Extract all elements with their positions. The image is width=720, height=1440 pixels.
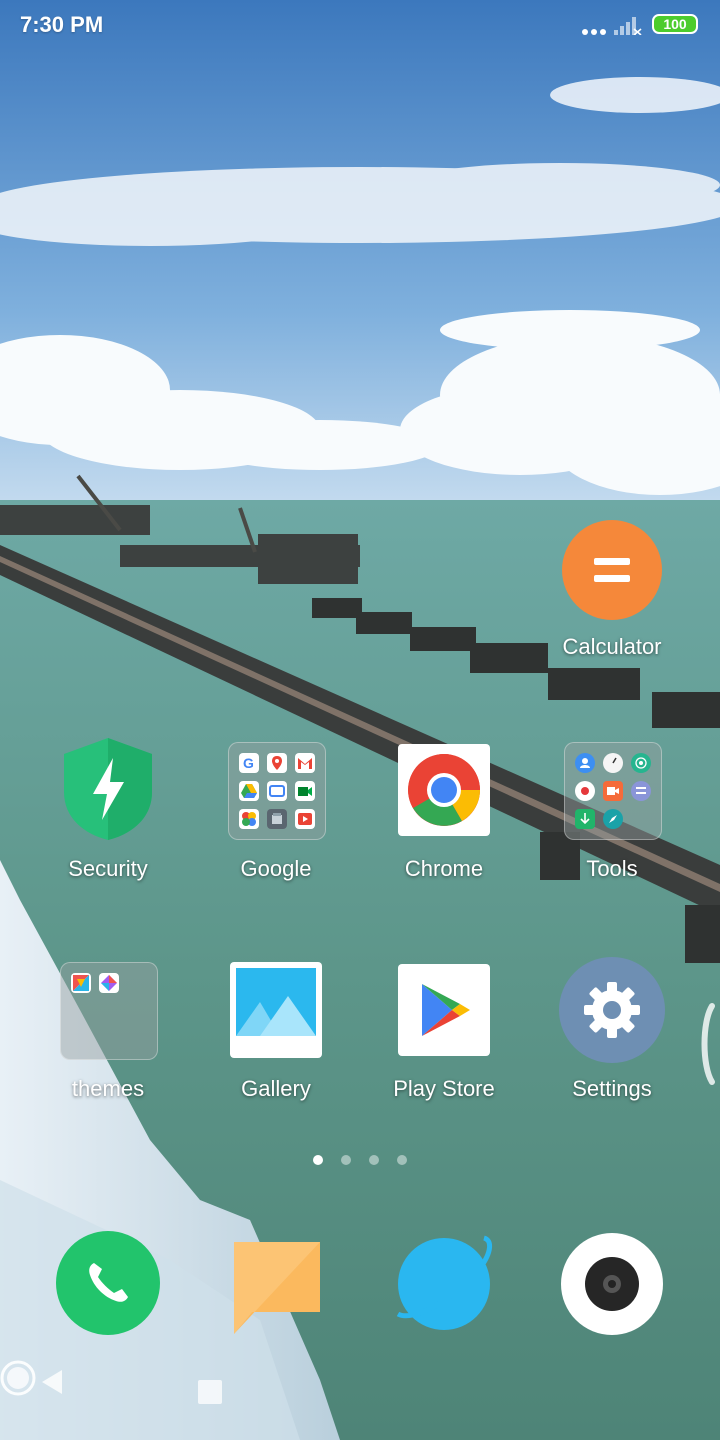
recents-square-icon[interactable] bbox=[198, 1380, 222, 1404]
app-label: themes bbox=[71, 1076, 145, 1101]
chrome-icon bbox=[398, 744, 490, 836]
app-label: Security bbox=[68, 856, 148, 881]
page-dot-2[interactable] bbox=[341, 1155, 351, 1165]
app-label: Google bbox=[240, 856, 312, 881]
app-label: Calculator bbox=[562, 634, 662, 659]
wallpaper bbox=[0, 0, 720, 1440]
google-search-icon: G bbox=[239, 753, 259, 773]
downloads-icon bbox=[575, 809, 595, 829]
messages-icon[interactable] bbox=[232, 1240, 322, 1334]
compass-icon bbox=[603, 809, 623, 829]
app-gallery[interactable]: Gallery bbox=[196, 956, 356, 1116]
page-dot-4[interactable] bbox=[397, 1155, 407, 1165]
page-dot-3[interactable] bbox=[369, 1155, 379, 1165]
gmail-icon bbox=[295, 753, 315, 773]
more-dots-icon bbox=[582, 29, 606, 35]
home-circle-icon[interactable] bbox=[0, 1360, 36, 1396]
settings-gear-icon bbox=[559, 957, 665, 1063]
app-label: Gallery bbox=[241, 1076, 311, 1101]
gallery-icon bbox=[230, 962, 322, 1058]
camera-icon[interactable] bbox=[560, 1232, 664, 1336]
google-maps-icon bbox=[267, 753, 287, 773]
app-label: Tools bbox=[586, 856, 638, 881]
tools-folder-icon bbox=[564, 742, 662, 840]
app-play-store[interactable]: Play Store bbox=[364, 956, 524, 1116]
calculator-icon bbox=[562, 520, 662, 620]
status-bar: 7:30 PM 100 bbox=[0, 0, 720, 52]
google-assistant-icon bbox=[267, 809, 287, 829]
back-triangle-icon[interactable] bbox=[40, 1368, 66, 1396]
battery-level: 100 bbox=[663, 16, 687, 32]
navigation-bar bbox=[0, 1360, 720, 1430]
app-settings[interactable]: Settings bbox=[532, 956, 692, 1116]
edge-drawer-handle[interactable] bbox=[698, 1002, 718, 1086]
security-shield-icon bbox=[64, 738, 152, 840]
hotspot-icon bbox=[631, 753, 651, 773]
app-chrome[interactable]: Chrome bbox=[364, 736, 524, 896]
google-drive-icon bbox=[239, 781, 259, 801]
folder-themes[interactable]: themes bbox=[28, 956, 188, 1116]
app-label: Settings bbox=[572, 1076, 652, 1101]
svg-text:G: G bbox=[243, 755, 254, 771]
google-photos-icon bbox=[239, 809, 259, 829]
wallpaper-app-icon bbox=[99, 973, 119, 993]
browser-icon[interactable] bbox=[392, 1232, 496, 1336]
google-tv-icon bbox=[267, 781, 287, 801]
themes-app-icon bbox=[71, 973, 91, 993]
app-calculator[interactable]: Calculator bbox=[532, 516, 692, 676]
battery-icon: 100 bbox=[652, 14, 698, 34]
notes-icon bbox=[631, 781, 651, 801]
folder-google[interactable]: G Google bbox=[196, 736, 356, 896]
app-security[interactable]: Security bbox=[28, 736, 188, 896]
contacts-icon bbox=[575, 753, 595, 773]
video-icon bbox=[603, 781, 623, 801]
no-signal-icon bbox=[614, 17, 642, 35]
google-folder-icon: G bbox=[228, 742, 326, 840]
google-meet-icon bbox=[295, 781, 315, 801]
play-store-icon bbox=[398, 964, 490, 1056]
themes-folder-icon bbox=[60, 962, 158, 1060]
phone-icon[interactable] bbox=[56, 1231, 160, 1335]
app-label: Play Store bbox=[393, 1076, 495, 1101]
page-dot-1[interactable] bbox=[313, 1155, 323, 1165]
app-label: Chrome bbox=[404, 856, 484, 881]
play-movies-icon bbox=[295, 809, 315, 829]
recorder-icon bbox=[575, 781, 595, 801]
page-indicator bbox=[306, 1155, 416, 1167]
clock-icon bbox=[603, 753, 623, 773]
status-time: 7:30 PM bbox=[20, 12, 104, 37]
folder-tools[interactable]: Tools bbox=[532, 736, 692, 896]
